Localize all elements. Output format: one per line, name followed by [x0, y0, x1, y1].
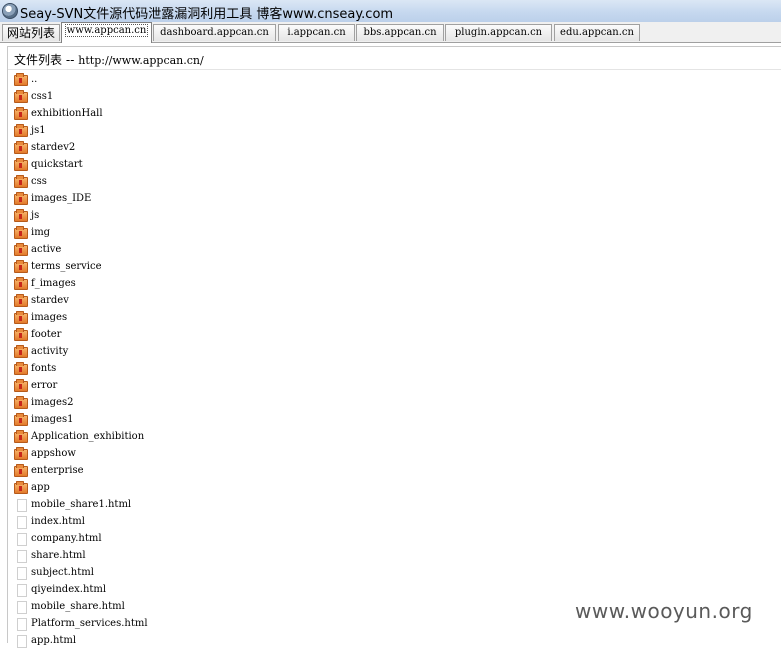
tab-dashboard-appcan[interactable]: dashboard.appcan.cn: [153, 24, 276, 41]
item-name: images: [31, 312, 68, 323]
folder-icon: [14, 396, 28, 409]
item-name: terms_service: [31, 261, 102, 272]
folder-icon: [14, 464, 28, 477]
folder-icon: [14, 141, 28, 154]
item-name: enterprise: [31, 465, 84, 476]
file-list-label: 文件列表 --: [14, 53, 79, 67]
file-list-header: 文件列表 -- http://www.appcan.cn/: [14, 51, 204, 68]
tab-site-list[interactable]: 网站列表: [2, 24, 60, 41]
folder-icon: [14, 277, 28, 290]
folder-icon: [14, 481, 28, 494]
file-icon: [17, 550, 27, 563]
item-name: app: [31, 482, 50, 493]
item-name: ..: [31, 74, 38, 85]
item-name: appshow: [31, 448, 76, 459]
file-icon: [17, 618, 27, 631]
folder-icon: [14, 294, 28, 307]
file-icon: [17, 499, 27, 512]
tab-plugin-appcan[interactable]: plugin.appcan.cn: [445, 24, 552, 41]
item-name: images_IDE: [31, 193, 92, 204]
item-name: images1: [31, 414, 74, 425]
tab-bbs-appcan[interactable]: bbs.appcan.cn: [356, 24, 444, 41]
app-icon: [2, 3, 18, 19]
tab-i-appcan[interactable]: i.appcan.cn: [278, 24, 355, 41]
item-name: stardev2: [31, 142, 76, 153]
item-name: Platform_services.html: [31, 618, 148, 629]
item-name: index.html: [31, 516, 85, 527]
file-icon: [17, 584, 27, 597]
item-name: quickstart: [31, 159, 83, 170]
folder-icon: [14, 430, 28, 443]
folder-icon: [14, 209, 28, 222]
folder-icon: [14, 362, 28, 375]
folder-icon: [14, 90, 28, 103]
item-name: active: [31, 244, 62, 255]
item-name: subject.html: [31, 567, 94, 578]
item-name: error: [31, 380, 58, 391]
tab-edu-appcan[interactable]: edu.appcan.cn: [554, 24, 640, 41]
folder-icon: [14, 158, 28, 171]
folder-icon: [14, 73, 28, 86]
window-title: Seay-SVN文件源代码泄露漏洞利用工具 博客www.cnseay.com: [20, 7, 394, 22]
item-name: mobile_share.html: [31, 601, 125, 612]
watermark: www.wooyun.org: [575, 599, 753, 623]
header-divider: [8, 69, 781, 70]
tab-www-appcan[interactable]: www.appcan.cn: [61, 22, 152, 43]
item-name: fonts: [31, 363, 57, 374]
item-name: stardev: [31, 295, 69, 306]
file-icon: [17, 533, 27, 546]
item-name: css1: [31, 91, 54, 102]
folder-icon: [14, 311, 28, 324]
folder-icon: [14, 107, 28, 120]
item-name: css: [31, 176, 47, 187]
tab-bar: 网站列表 www.appcan.cn dashboard.appcan.cn i…: [0, 22, 781, 43]
file-icon: [17, 516, 27, 529]
folder-icon: [14, 413, 28, 426]
item-name: qiyeindex.html: [31, 584, 107, 595]
file-list-panel: [7, 46, 781, 643]
item-name: activity: [31, 346, 69, 357]
folder-icon: [14, 379, 28, 392]
item-name: js1: [31, 125, 46, 136]
item-name: Application_exhibition: [31, 431, 145, 442]
file-list-url: http://www.appcan.cn/: [78, 54, 204, 67]
item-name: images2: [31, 397, 74, 408]
folder-icon: [14, 124, 28, 137]
item-name: share.html: [31, 550, 86, 561]
item-name: exhibitionHall: [31, 108, 103, 119]
folder-icon: [14, 175, 28, 188]
folder-icon: [14, 192, 28, 205]
item-name: js: [31, 210, 40, 221]
title-bar: Seay-SVN文件源代码泄露漏洞利用工具 博客www.cnseay.com: [0, 0, 781, 23]
folder-icon: [14, 447, 28, 460]
item-name: mobile_share1.html: [31, 499, 132, 510]
folder-icon: [14, 226, 28, 239]
file-icon: [17, 567, 27, 580]
item-name: f_images: [31, 278, 76, 289]
item-name: company.html: [31, 533, 102, 544]
folder-icon: [14, 328, 28, 341]
item-name: img: [31, 227, 51, 238]
item-name: footer: [31, 329, 62, 340]
folder-icon: [14, 260, 28, 273]
item-name: app.html: [31, 635, 77, 646]
folder-icon: [14, 345, 28, 358]
file-icon: [17, 601, 27, 614]
folder-icon: [14, 243, 28, 256]
